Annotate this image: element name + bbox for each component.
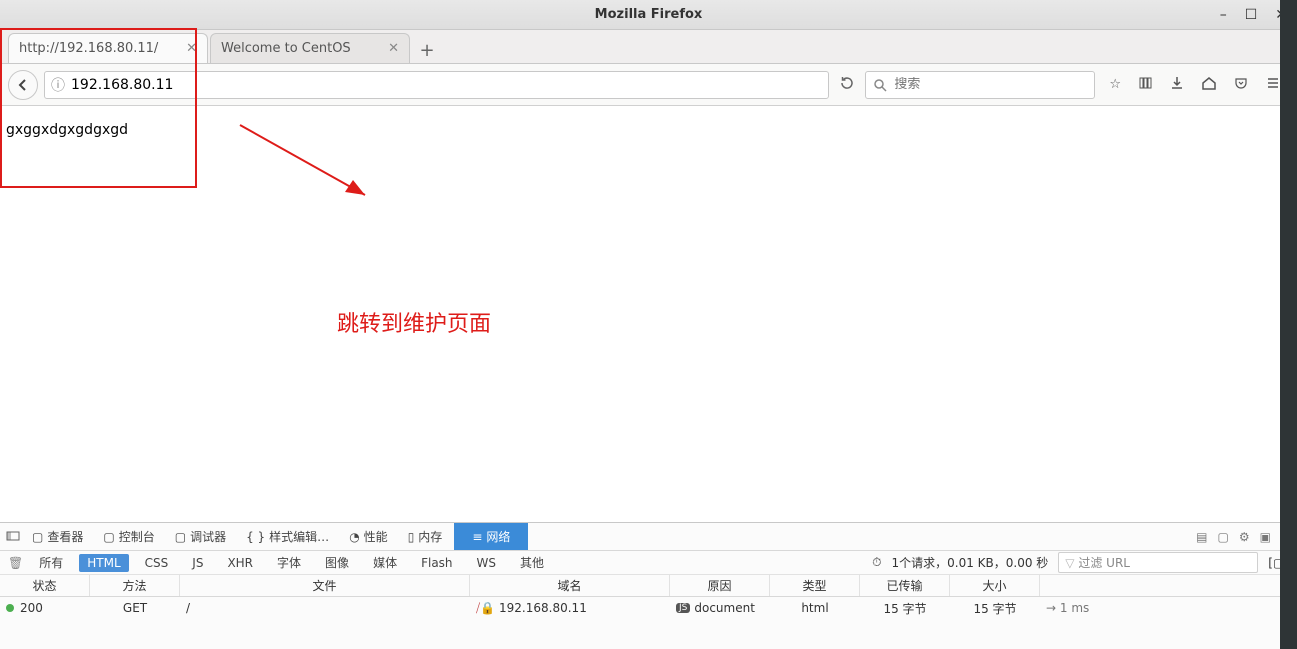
devtools-tab-inspector[interactable]: ▢查看器	[24, 523, 91, 550]
desktop-edge	[1280, 0, 1297, 649]
devtools-settings-icon[interactable]: ⚙	[1239, 530, 1250, 544]
page-body-text: gxggxdgxgdgxgd	[6, 122, 128, 138]
col-timeline[interactable]	[1040, 575, 1297, 596]
devtools-pin-icon[interactable]	[6, 528, 20, 545]
devtools-tab-console[interactable]: ▢控制台	[95, 523, 162, 550]
devtools-tab-style[interactable]: { }样式编辑…	[238, 523, 337, 550]
box-icon: ▢	[32, 530, 43, 544]
cell-type: html	[770, 601, 860, 615]
home-icon[interactable]	[1201, 75, 1217, 95]
reload-button[interactable]	[835, 75, 859, 95]
filter-url-input[interactable]: ▽ 过滤 URL	[1058, 552, 1258, 573]
navbar: ⓘ ☆	[0, 64, 1297, 106]
info-icon[interactable]: ⓘ	[51, 75, 65, 95]
page-viewport: gxggxdgxgdgxgd 跳转到维护页面	[0, 106, 1297, 522]
annotation-text: 跳转到维护页面	[337, 306, 491, 338]
network-columns: 状态 方法 文件 域名 原因 类型 已传输 大小	[0, 575, 1297, 597]
download-icon[interactable]	[1169, 75, 1185, 95]
console-icon: ▢	[103, 530, 114, 544]
devtools-tabs: ▢查看器 ▢控制台 ▢调试器 { }样式编辑… ◔性能 ▯内存 ≡网络 ▤ ▢ …	[0, 523, 1297, 551]
col-size[interactable]: 大小	[950, 575, 1040, 596]
gauge-icon: ◔	[349, 530, 359, 544]
devtools-tab-memory[interactable]: ▯内存	[400, 523, 451, 550]
tab-1[interactable]: Welcome to CentOS ✕	[210, 33, 410, 63]
cell-domain: 192.168.80.11	[499, 601, 587, 615]
filter-html[interactable]: HTML	[79, 554, 128, 572]
search-icon	[872, 77, 888, 93]
search-bar[interactable]	[865, 71, 1095, 99]
filter-img[interactable]: 图像	[317, 552, 357, 573]
col-cause[interactable]: 原因	[670, 575, 770, 596]
tab-0[interactable]: http://192.168.80.11/ ✕	[8, 33, 208, 63]
window-title: Mozilla Firefox	[595, 7, 703, 22]
annotation-arrow-icon	[235, 120, 385, 210]
col-type[interactable]: 类型	[770, 575, 860, 596]
tab-bar: http://192.168.80.11/ ✕ Welcome to CentO…	[0, 30, 1297, 64]
filter-other[interactable]: 其他	[512, 552, 552, 573]
tab-label: Welcome to CentOS	[221, 41, 351, 56]
pocket-icon[interactable]	[1233, 75, 1249, 95]
filter-css[interactable]: CSS	[137, 554, 177, 572]
maximize-icon[interactable]: ☐	[1245, 7, 1258, 23]
cell-cause: document	[694, 601, 755, 615]
filter-font[interactable]: 字体	[269, 552, 309, 573]
col-method[interactable]: 方法	[90, 575, 180, 596]
new-tab-button[interactable]: +	[412, 37, 442, 63]
cell-file: /	[180, 601, 470, 615]
menu-icon[interactable]	[1265, 75, 1281, 95]
filter-ws[interactable]: WS	[469, 554, 504, 572]
filter-all[interactable]: 所有	[31, 552, 71, 573]
titlebar: Mozilla Firefox – ☐ ✕	[0, 0, 1297, 30]
request-summary: 1个请求，0.01 KB，0.00 秒	[891, 554, 1048, 571]
col-status[interactable]: 状态	[0, 575, 90, 596]
clear-icon[interactable]: 🗑	[8, 556, 23, 570]
minimize-icon[interactable]: –	[1220, 7, 1227, 23]
tab-label: http://192.168.80.11/	[19, 41, 158, 56]
insecure-icon: ⧸🔒	[476, 601, 495, 616]
cell-time: → 1 ms	[1040, 601, 1297, 615]
col-file[interactable]: 文件	[180, 575, 470, 596]
js-badge-icon: JS	[676, 603, 690, 613]
devtools-frame-icon[interactable]: ▢	[1217, 530, 1228, 544]
bookmark-star-icon[interactable]: ☆	[1109, 77, 1121, 92]
col-transferred[interactable]: 已传输	[860, 575, 950, 596]
filter-flash[interactable]: Flash	[413, 554, 460, 572]
braces-icon: { }	[246, 530, 265, 544]
devtools-panel: ▢查看器 ▢控制台 ▢调试器 { }样式编辑… ◔性能 ▯内存 ≡网络 ▤ ▢ …	[0, 522, 1297, 649]
back-button[interactable]	[8, 70, 38, 100]
memory-icon: ▯	[408, 530, 415, 544]
cell-method: GET	[90, 601, 180, 615]
url-input[interactable]	[71, 77, 822, 93]
filter-media[interactable]: 媒体	[365, 552, 405, 573]
col-domain[interactable]: 域名	[470, 575, 670, 596]
url-bar[interactable]: ⓘ	[44, 71, 829, 99]
devtools-split-icon[interactable]: ▤	[1196, 530, 1207, 544]
network-row[interactable]: 200 GET / ⧸🔒 192.168.80.11 JS document htm…	[0, 597, 1297, 619]
close-tab-icon[interactable]: ✕	[388, 41, 399, 56]
devtools-dock-icon[interactable]: ▣	[1260, 530, 1271, 544]
devtools-tab-network[interactable]: ≡网络	[454, 523, 528, 550]
network-body: 200 GET / ⧸🔒 192.168.80.11 JS document htm…	[0, 597, 1297, 649]
library-icon[interactable]	[1137, 75, 1153, 95]
devtools-tab-perf[interactable]: ◔性能	[341, 523, 396, 550]
cell-transferred: 15 字节	[860, 600, 950, 617]
stopwatch-icon: ⏱	[872, 555, 881, 570]
cell-status: 200	[20, 601, 43, 615]
status-dot-icon	[6, 604, 14, 612]
filter-js[interactable]: JS	[184, 554, 211, 572]
cell-size: 15 字节	[950, 600, 1040, 617]
close-tab-icon[interactable]: ✕	[186, 41, 197, 56]
devtools-filterbar: 🗑 所有 HTML CSS JS XHR 字体 图像 媒体 Flash WS 其…	[0, 551, 1297, 575]
devtools-tab-debugger[interactable]: ▢调试器	[167, 523, 234, 550]
search-input[interactable]	[894, 77, 1088, 92]
debug-icon: ▢	[175, 530, 186, 544]
network-icon: ≡	[472, 530, 482, 544]
filter-xhr[interactable]: XHR	[219, 554, 261, 572]
